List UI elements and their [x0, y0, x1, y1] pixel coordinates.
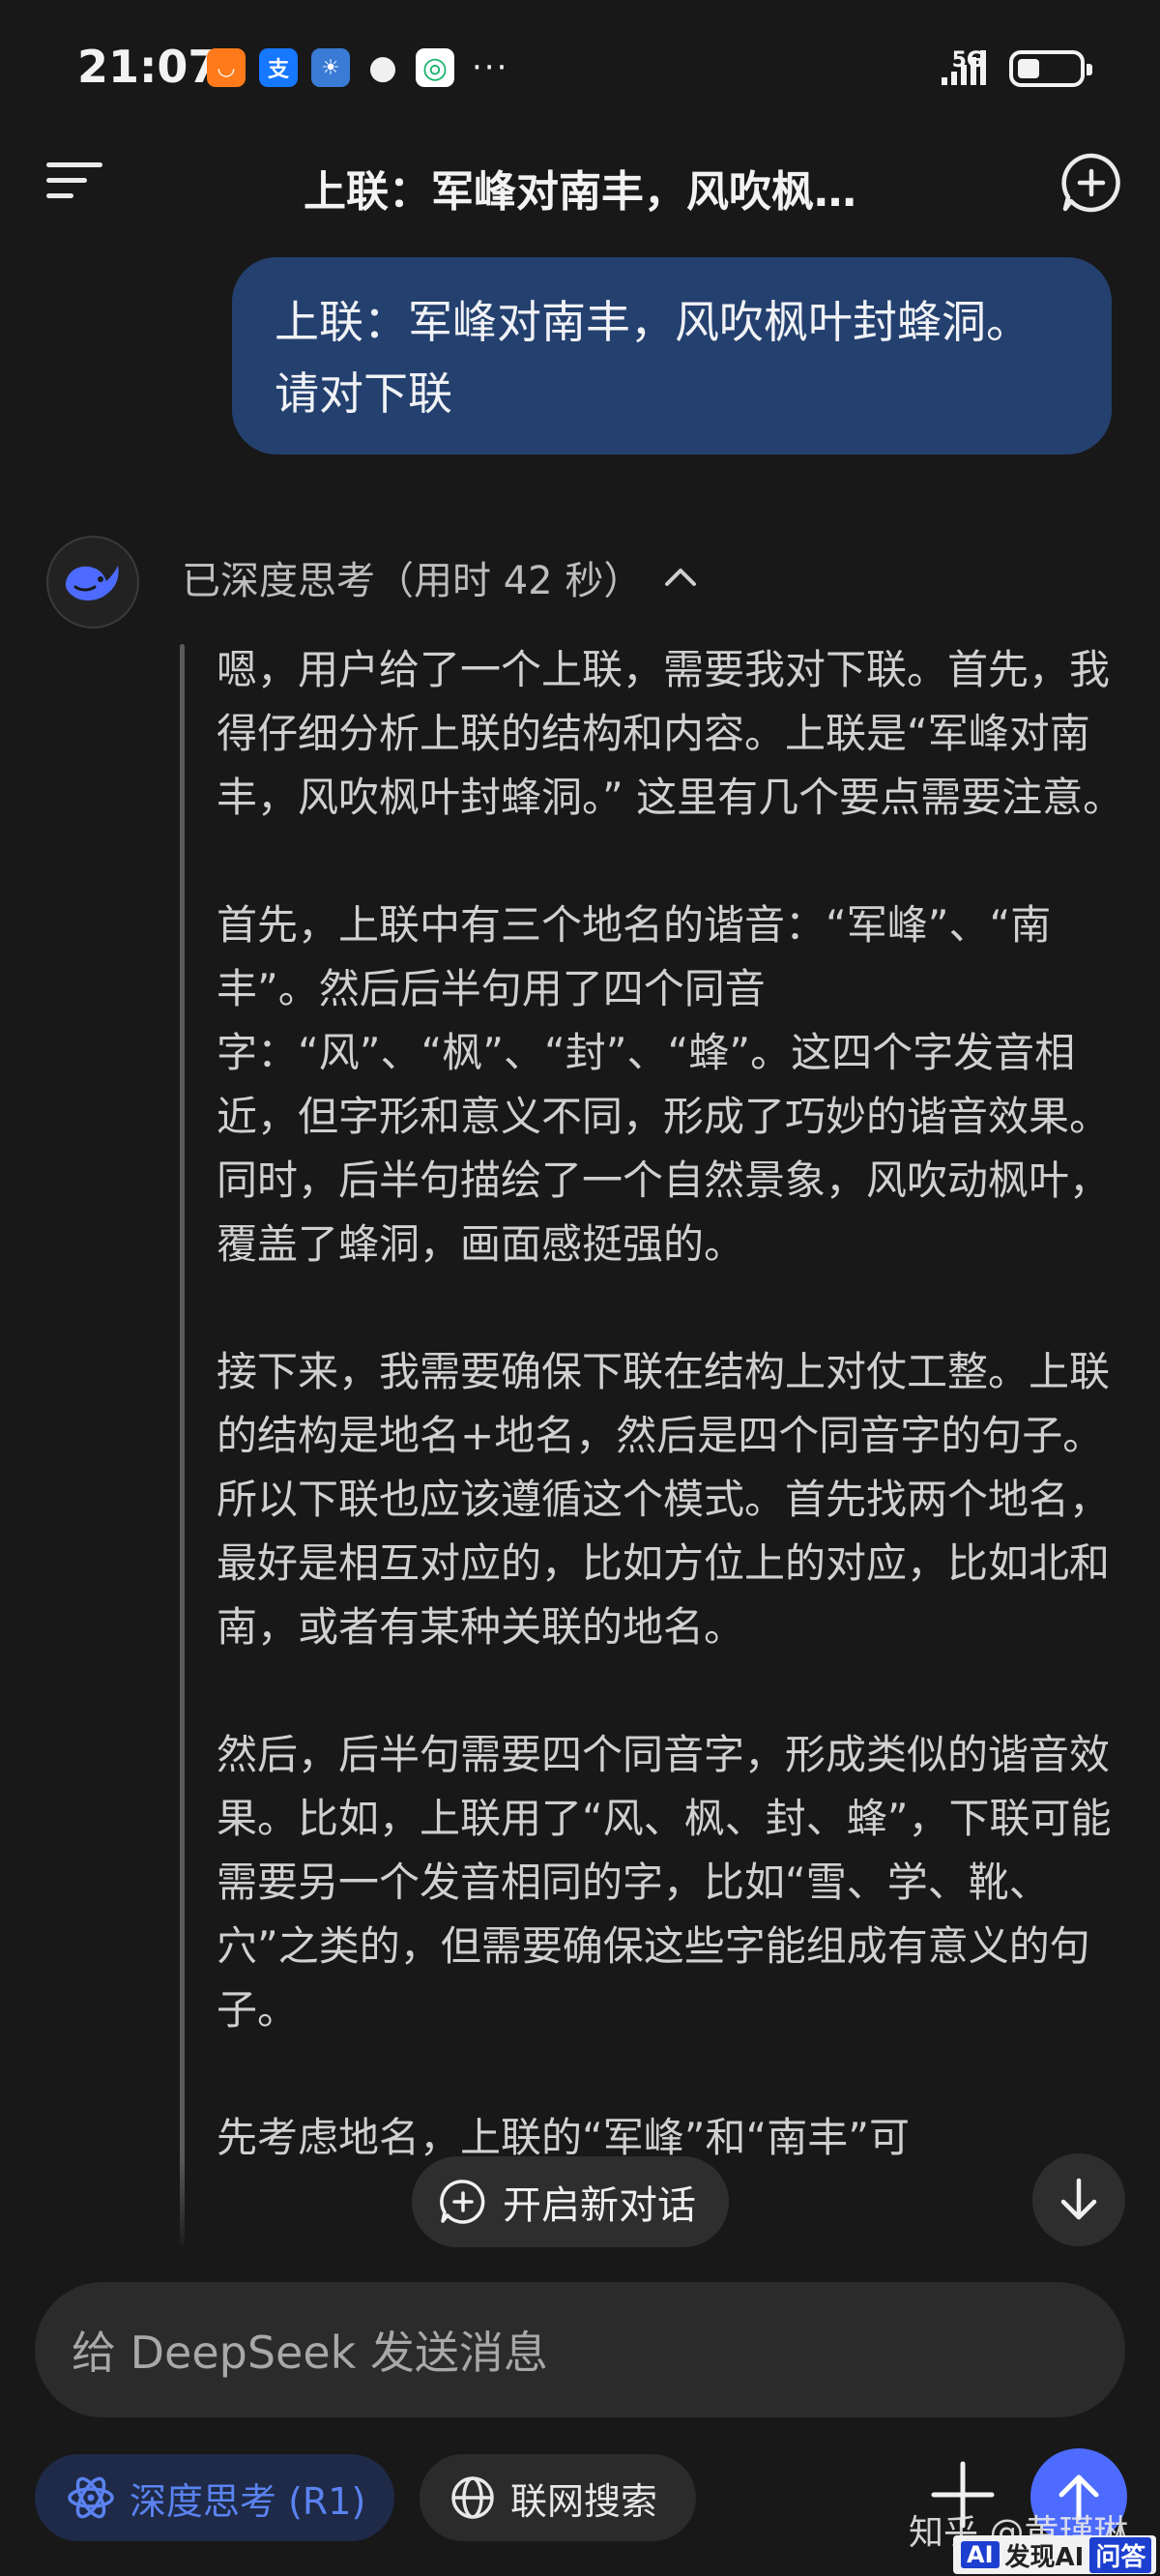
thinking-paragraph: 接下来，我需要确保下联在结构上对仗工整。上联的结构是地名+地名，然后是四个同音字…: [217, 1348, 1111, 1651]
thinking-paragraph: 首先，上联中有三个地名的谐音：“军峰”、“南丰”。然后后半句用了四个同音字：“风…: [217, 901, 1111, 1268]
start-new-chat-label: 开启新对话: [503, 2183, 696, 2228]
web-search-label: 联网搜索: [510, 2479, 658, 2523]
thinking-paragraph: 嗯，用户给了一个上联，需要我对下联。首先，我得仔细分析上联的结构和内容。上联是“…: [217, 646, 1124, 821]
badge-ai: AI: [961, 2541, 1000, 2568]
scroll-down-button[interactable]: [1032, 2153, 1125, 2246]
deepseek-avatar: [46, 536, 139, 629]
arrow-down-icon: [1060, 2178, 1097, 2220]
new-chat-button[interactable]: [1059, 151, 1123, 215]
notification-icons: ◡ 支 ☀ ● ◎ ···: [207, 48, 508, 87]
web-search-toggle[interactable]: 联网搜索: [420, 2454, 696, 2541]
thinking-label: 已深度思考（用时 42 秒）: [182, 559, 643, 603]
message-input[interactable]: 给 DeepSeek 发送消息: [35, 2282, 1125, 2417]
status-bar: 21:07 ◡ 支 ☀ ● ◎ ··· 5G: [0, 0, 1160, 135]
globe-icon: [451, 2476, 494, 2519]
faxianai-badge: AI 发现AI 问答: [953, 2535, 1156, 2574]
whale-logo-icon: [65, 566, 119, 600]
taobao-icon: ◡: [207, 48, 246, 87]
start-new-chat-button[interactable]: 开启新对话: [412, 2156, 729, 2247]
weather-icon: ☀: [311, 48, 350, 87]
thinking-divider: [180, 644, 185, 2245]
page-title: 上联：军峰对南丰，风吹枫…: [304, 167, 856, 217]
status-time: 21:07: [77, 41, 219, 93]
battery-icon: [1009, 50, 1092, 87]
deep-think-toggle[interactable]: 深度思考 (R1): [35, 2454, 394, 2541]
more-notifications-icon: ···: [472, 48, 509, 87]
chevron-up-icon: [665, 569, 697, 586]
app-icon: ◎: [416, 48, 454, 87]
signal-icon: [942, 50, 986, 85]
menu-icon: [46, 162, 102, 167]
thinking-paragraph: 然后，后半句需要四个同音字，形成类似的谐音效果。比如，上联用了“风、枫、封、蜂”…: [217, 1731, 1112, 2034]
thinking-toggle[interactable]: 已深度思考（用时 42 秒）: [182, 549, 700, 605]
message-input-placeholder: 给 DeepSeek 发送消息: [72, 2327, 548, 2379]
thinking-content: 嗯，用户给了一个上联，需要我对下联。首先，我得仔细分析上联的结构和内容。上联是“…: [217, 638, 1125, 2243]
deep-think-label: 深度思考 (R1): [130, 2479, 366, 2523]
chat-icon: ●: [368, 48, 397, 87]
atom-icon: [68, 2476, 114, 2519]
badge-text: 发现AI: [1004, 2542, 1085, 2572]
new-chat-icon: [440, 2180, 485, 2224]
chat-header: 上联：军峰对南丰，风吹枫…: [0, 135, 1160, 228]
alipay-icon: 支: [259, 48, 298, 87]
menu-button[interactable]: [46, 162, 102, 201]
badge-ask: 问答: [1089, 2536, 1152, 2573]
user-message-bubble[interactable]: 上联：军峰对南丰，风吹枫叶封蜂洞。请对下联: [232, 257, 1112, 454]
